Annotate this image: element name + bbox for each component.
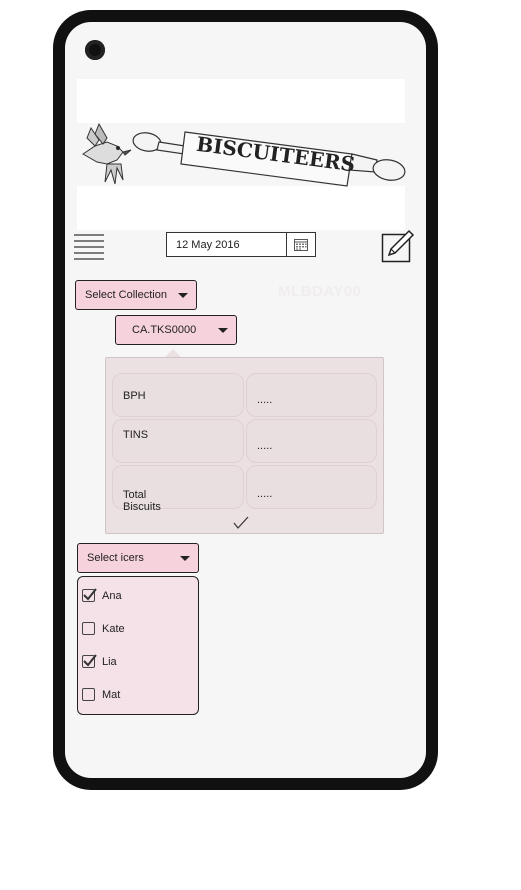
- order-reference: MLBDAY00: [278, 283, 362, 300]
- checkbox-checked[interactable]: [82, 588, 97, 602]
- summary-label-total-biscuits: Total Biscuits: [112, 465, 244, 513]
- summary-value-total-biscuits[interactable]: .....: [246, 465, 377, 509]
- icer-name: Ana: [102, 589, 122, 602]
- chevron-down-icon: [218, 327, 228, 333]
- brand-logo: BISCUITEERS: [77, 120, 407, 192]
- chevron-down-icon: [178, 292, 188, 298]
- banner-bottom-band: [77, 186, 405, 230]
- summary-label-bph: BPH: [112, 373, 244, 417]
- summary-label-text: Total Biscuits: [123, 489, 161, 513]
- icer-name: Kate: [102, 622, 125, 635]
- popover-pointer: [165, 349, 181, 357]
- summary-value-text: .....: [257, 394, 273, 406]
- summary-value-text: .....: [257, 488, 273, 500]
- date-value: 12 May 2016: [176, 238, 240, 251]
- select-collection-dropdown[interactable]: Select Collection: [75, 280, 197, 310]
- icers-list: Ana Kate Lia Mat: [77, 576, 199, 715]
- checkbox-unchecked[interactable]: [82, 622, 95, 635]
- chevron-down-icon: [180, 555, 190, 561]
- summary-label-tins: TINS: [112, 419, 244, 463]
- summary-value-tins[interactable]: .....: [246, 419, 377, 463]
- banner-top-band: [77, 79, 405, 123]
- summary-value-text: .....: [257, 440, 273, 452]
- checkbox-unchecked[interactable]: [82, 688, 95, 701]
- collection-code-dropdown[interactable]: CA.TKS0000: [115, 315, 237, 345]
- select-icers-dropdown[interactable]: Select icers: [77, 543, 199, 573]
- summary-label-text: BPH: [123, 390, 146, 402]
- select-collection-label: Select Collection: [85, 289, 167, 301]
- icer-option-kate[interactable]: Kate: [82, 622, 125, 635]
- hamburger-menu-icon[interactable]: [74, 232, 104, 262]
- edit-pencil-icon[interactable]: [381, 229, 415, 263]
- calendar-icon[interactable]: [286, 233, 315, 256]
- camera-lens: [85, 40, 105, 60]
- icer-name: Mat: [102, 688, 121, 701]
- icer-name: Lia: [102, 655, 117, 668]
- summary-value-bph[interactable]: .....: [246, 373, 377, 417]
- icer-option-ana[interactable]: Ana: [82, 588, 122, 602]
- icer-option-mat[interactable]: Mat: [82, 688, 120, 701]
- select-icers-label: Select icers: [87, 552, 144, 564]
- summary-popover: BPH ..... TINS ..... Total Biscuits ....…: [105, 357, 384, 534]
- summary-label-text: TINS: [123, 429, 149, 441]
- date-field[interactable]: 12 May 2016: [166, 232, 316, 257]
- confirm-checkmark-icon[interactable]: [232, 515, 250, 531]
- collection-code-label: CA.TKS0000: [132, 324, 197, 336]
- checkbox-checked[interactable]: [82, 654, 97, 668]
- icer-option-lia[interactable]: Lia: [82, 654, 117, 668]
